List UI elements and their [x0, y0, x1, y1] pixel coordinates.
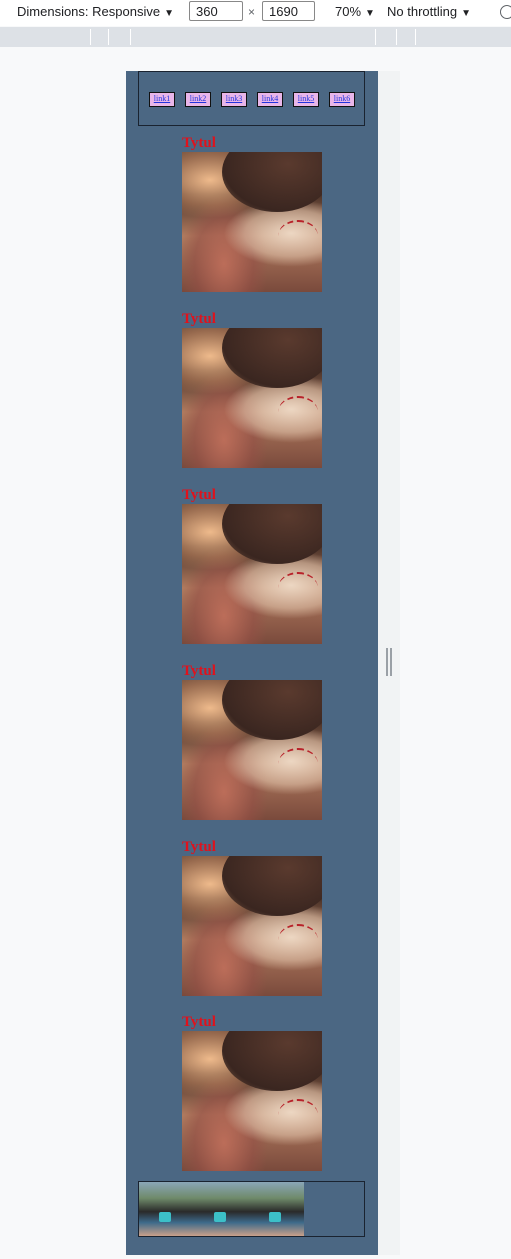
ruler-tick — [108, 29, 109, 45]
chevron-down-icon: ▼ — [365, 8, 375, 19]
card-title: Tytul — [182, 487, 216, 503]
device-toolbar: Dimensions: Responsive▼ × 70%▼ No thrott… — [0, 0, 511, 26]
gallery-thumbnail — [194, 1182, 249, 1236]
width-input[interactable] — [189, 1, 243, 21]
nav-link-4[interactable]: link4 — [257, 92, 283, 107]
card-title: Tytul — [182, 135, 216, 151]
glove-shape — [222, 680, 322, 740]
media-query-bar[interactable] — [0, 27, 511, 47]
ball-seam — [278, 924, 318, 956]
card-title: Tytul — [182, 311, 216, 327]
glove-shape — [222, 1031, 322, 1091]
ball-seam — [278, 220, 318, 252]
zoom-dropdown[interactable]: 70% ▼ — [335, 4, 375, 19]
ruler-tick — [396, 29, 397, 45]
ruler-tick — [130, 29, 131, 45]
throttling-dropdown[interactable]: No throttling ▼ — [387, 4, 471, 19]
nav-link-3[interactable]: link3 — [221, 92, 247, 107]
chevron-down-icon: ▼ — [461, 8, 471, 19]
height-input[interactable] — [262, 1, 315, 21]
baseball-image — [182, 680, 322, 820]
ruler-tick — [415, 29, 416, 45]
ruler-tick — [90, 29, 91, 45]
rotate-icon[interactable] — [500, 5, 511, 19]
ball-seam — [278, 1099, 318, 1131]
chevron-down-icon: ▼ — [164, 8, 174, 19]
baseball-image — [182, 328, 322, 468]
nav-link-1[interactable]: link1 — [149, 92, 175, 107]
ball-seam — [278, 748, 318, 780]
ball-seam — [278, 396, 318, 428]
footer-gallery — [138, 1181, 365, 1237]
nav-link-6[interactable]: link6 — [329, 92, 355, 107]
baseball-image — [182, 856, 322, 996]
glove-shape — [222, 328, 322, 388]
device-viewport: link1 link2 link3 link4 link5 link6 Tytu… — [126, 71, 378, 1255]
times-icon: × — [248, 5, 256, 19]
baseball-image — [182, 1031, 322, 1171]
glove-shape — [222, 504, 322, 564]
baseball-image — [182, 152, 322, 292]
glove-shape — [222, 152, 322, 212]
card-title: Tytul — [182, 839, 216, 855]
card-title: Tytul — [182, 1014, 216, 1030]
card-title: Tytul — [182, 663, 216, 679]
ruler-tick — [375, 29, 376, 45]
ball-seam — [278, 572, 318, 604]
nav-bar: link1 link2 link3 link4 link5 link6 — [138, 71, 365, 126]
dimensions-dropdown[interactable]: Dimensions: Responsive ▼ — [17, 4, 174, 19]
gallery-thumbnail — [139, 1182, 194, 1236]
throttling-label: No throttling — [387, 4, 458, 19]
resize-handle[interactable] — [386, 648, 392, 676]
baseball-image — [182, 504, 322, 644]
zoom-label: 70% — [335, 4, 362, 19]
dimensions-label: Dimensions: Responsive — [17, 4, 161, 19]
gallery-thumbnail — [249, 1182, 304, 1236]
nav-link-5[interactable]: link5 — [293, 92, 319, 107]
glove-shape — [222, 856, 322, 916]
nav-link-2[interactable]: link2 — [185, 92, 211, 107]
